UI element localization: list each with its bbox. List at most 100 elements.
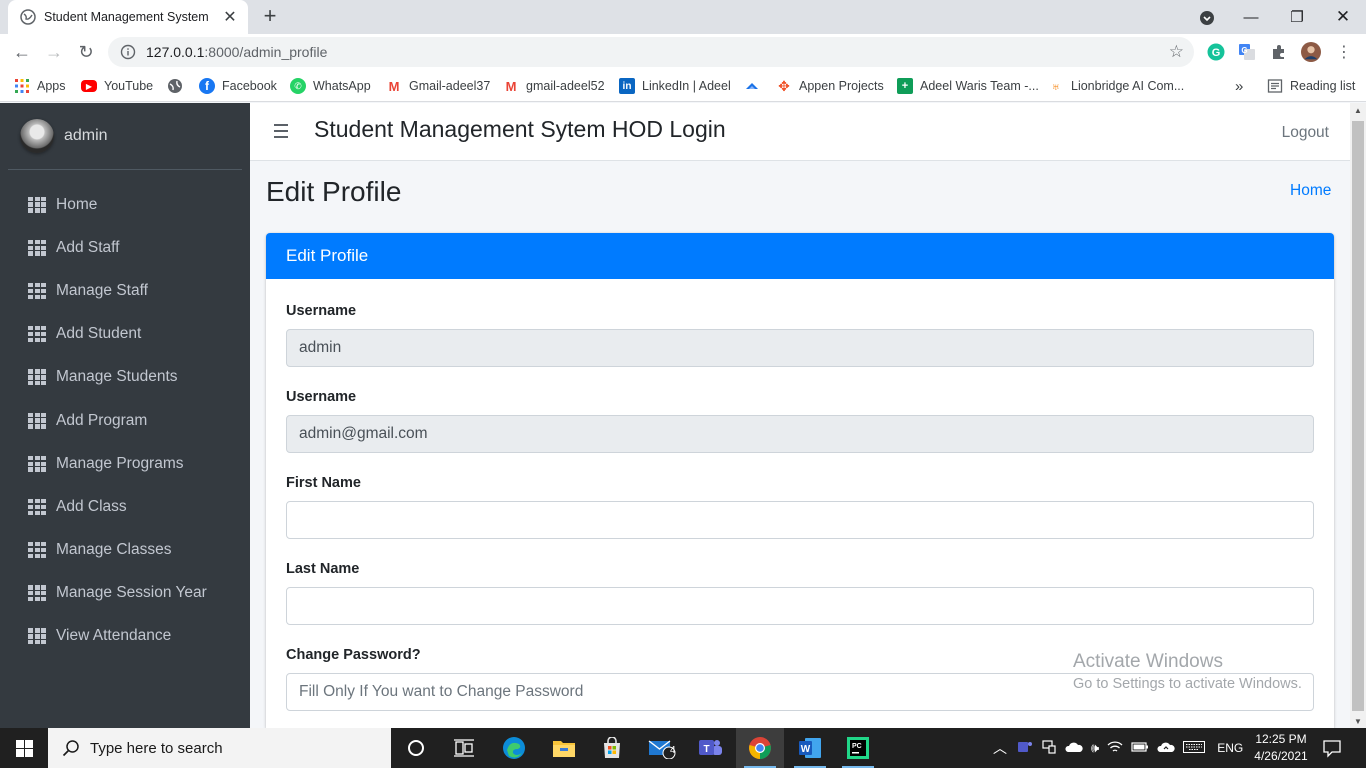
minimize-icon[interactable]: — [1228,0,1274,34]
bookmark-appen[interactable]: ✥ Appen Projects [776,76,884,96]
grid-icon [28,196,46,213]
first-name-input[interactable] [286,501,1314,539]
logout-link[interactable]: Logout [1282,124,1329,142]
edge-icon[interactable] [490,728,538,768]
bookmark-sheets[interactable]: + Adeel Waris Team -... [897,76,1039,96]
bookmark-gmail-2[interactable]: M gmail-adeel52 [503,76,605,96]
password-input[interactable] [286,673,1314,711]
sidebar-item-manage-session-year[interactable]: Manage Session Year [8,572,242,615]
cloud-sync-icon[interactable] [1157,740,1175,757]
tab-title: Student Management System [44,10,209,24]
chevron-up-icon[interactable]: ︿ [993,738,1007,758]
speaker-icon[interactable]: 🕪 [1091,740,1099,756]
sidebar-item-manage-students[interactable]: Manage Students [8,356,242,399]
reload-icon[interactable]: ↻ [74,40,98,64]
edit-profile-card: Edit Profile Username Username First Nam… [266,233,1334,728]
sidebar-item-view-attendance[interactable]: View Attendance [8,615,242,658]
forward-arrow-icon[interactable]: → [42,40,66,64]
cortana-icon[interactable] [392,728,440,768]
page-scrollbar[interactable]: ▲ ▼ [1350,103,1366,728]
reading-list-button[interactable]: Reading list [1267,76,1355,96]
svg-text:W: W [801,744,811,755]
close-window-icon[interactable]: ✕ [1320,0,1366,34]
chrome-taskbar-icon[interactable] [736,728,784,768]
notification-icon[interactable] [1322,738,1342,758]
tab-search-icon[interactable] [1196,7,1218,29]
back-arrow-icon[interactable]: ← [10,40,34,64]
bookmarks-overflow-button[interactable]: » [1235,76,1243,96]
bookmark-facebook[interactable]: f Facebook [199,76,277,96]
lionbridge-icon: ♅ [1051,78,1061,94]
teams-icon[interactable]: T [686,728,734,768]
profile-avatar-icon[interactable] [1301,42,1321,62]
user-panel[interactable]: admin [8,103,242,170]
linkedin-icon: in [619,78,635,94]
sidebar-item-add-class[interactable]: Add Class [8,485,242,528]
chrome-menu-icon[interactable]: ⋮ [1334,42,1354,62]
onedrive-icon[interactable] [1065,740,1083,757]
last-name-group: Last Name [286,559,1314,625]
sidebar-item-add-program[interactable]: Add Program [8,399,242,442]
language-indicator[interactable]: ENG [1217,741,1243,755]
address-bar[interactable]: 127.0.0.1:8000/admin_profile ☆ [108,37,1194,67]
file-explorer-icon[interactable] [540,728,588,768]
scroll-down-arrow-icon[interactable]: ▼ [1354,717,1362,726]
sidebar-item-add-staff[interactable]: Add Staff [8,226,242,269]
last-name-input[interactable] [286,587,1314,625]
sidebar-item-home[interactable]: Home [8,183,242,226]
new-tab-icon[interactable]: + [258,5,282,29]
sidebar-item-manage-staff[interactable]: Manage Staff [8,269,242,312]
grid-icon [28,585,46,602]
windows-start-icon[interactable] [0,728,48,768]
taskbar-clock[interactable]: 12:25 PM 4/26/2021 [1248,731,1314,765]
sidebar-item-add-student[interactable]: Add Student [8,313,242,356]
globe-icon [168,79,182,93]
username-input[interactable] [286,329,1314,367]
bookmark-youtube[interactable]: ▶ YouTube [81,76,153,96]
search-icon [62,740,79,757]
word-icon[interactable]: W [786,728,834,768]
username-label: Username [286,303,357,319]
extensions-puzzle-icon[interactable] [1269,42,1289,62]
mail-icon[interactable]: 4 [638,728,686,768]
bookmark-gmail-1[interactable]: M Gmail-adeel37 [386,76,491,96]
microsoft-store-icon[interactable] [588,728,636,768]
task-view-icon[interactable] [440,728,488,768]
bookmark-linkedin[interactable]: in LinkedIn | Adeel [619,76,731,96]
scroll-thumb[interactable] [1352,121,1364,711]
bookmark-cloud[interactable] [744,76,767,96]
pycharm-icon[interactable]: PC [834,728,882,768]
close-tab-icon[interactable]: ✕ [222,7,238,27]
site-info-icon[interactable] [120,44,136,60]
breadcrumb-home-link[interactable]: Home [1290,182,1331,200]
restore-icon[interactable]: ❐ [1274,0,1320,34]
clock-date: 4/26/2021 [1254,749,1308,763]
scroll-up-arrow-icon[interactable]: ▲ [1354,106,1362,115]
bookmark-star-icon[interactable]: ☆ [1169,43,1184,60]
email-input[interactable] [286,415,1314,453]
bookmark-lionbridge[interactable]: ♅ Lionbridge AI Com... [1048,76,1184,96]
bookmark-whatsapp[interactable]: ✆ WhatsApp [290,76,371,96]
sidebar-item-label: Manage Students [56,368,178,386]
sidebar-item-label: Manage Classes [56,541,172,559]
app-title: Student Management Sytem HOD Login [314,116,726,142]
sidebar-item-manage-classes[interactable]: Manage Classes [8,529,242,572]
battery-icon[interactable] [1131,741,1149,756]
grammarly-icon[interactable]: G [1206,42,1226,62]
sidebar-item-label: Add Class [56,497,127,515]
sidebar-item-manage-programs[interactable]: Manage Programs [8,442,242,485]
hamburger-menu-icon[interactable] [274,124,288,138]
url-host: 127.0.0.1 [146,44,205,60]
grid-icon [28,282,46,299]
bookmark-apps[interactable]: Apps [14,76,66,96]
sidebar-user-name: admin [64,127,108,144]
keyboard-icon[interactable] [1183,740,1206,756]
browser-tab[interactable]: Student Management System ✕ [8,0,248,34]
teams-tray-icon[interactable] [1017,739,1033,758]
bookmark-globe[interactable] [167,76,190,96]
taskbar-search-box[interactable]: Type here to search [48,728,391,768]
translate-icon[interactable]: G [1237,42,1257,62]
wifi-icon[interactable] [1107,740,1123,757]
grid-icon [28,369,46,386]
network-device-icon[interactable] [1041,739,1057,758]
